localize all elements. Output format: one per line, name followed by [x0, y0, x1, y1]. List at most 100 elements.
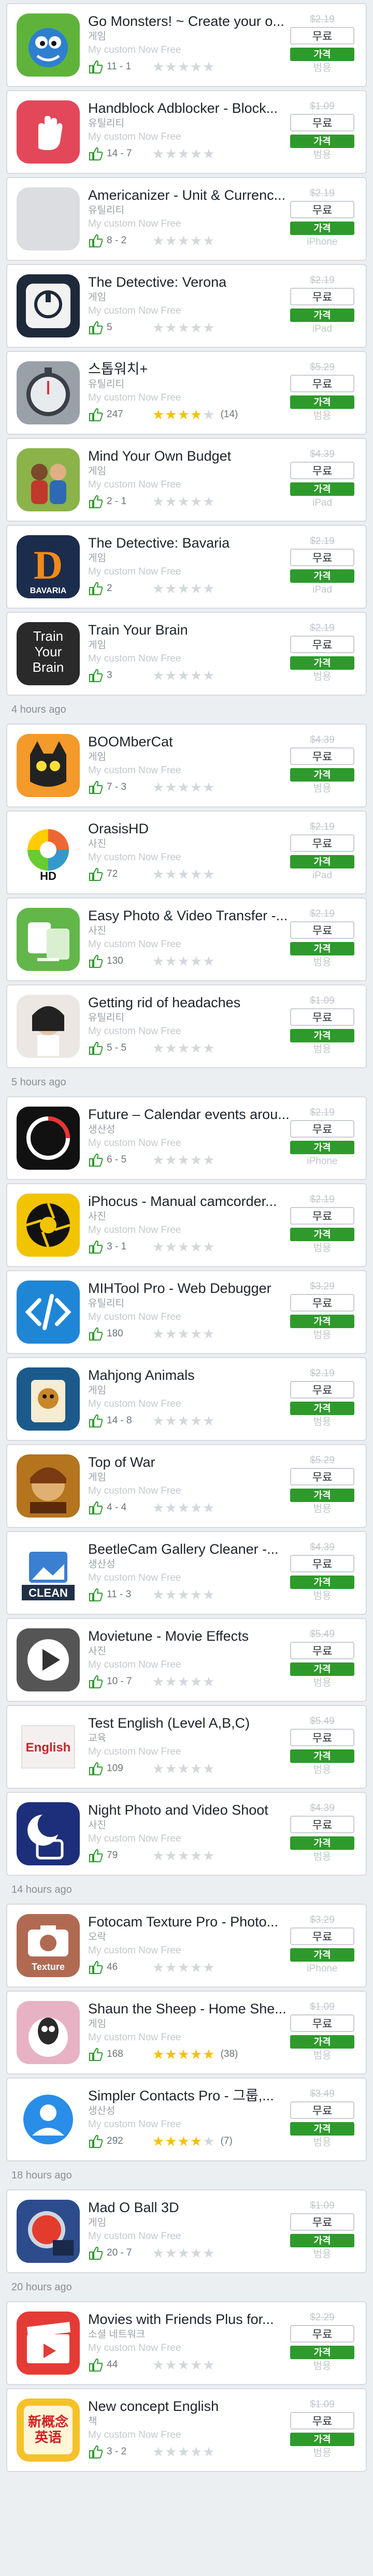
- app-card[interactable]: 新概念 英语 New concept English 책 My custom Now F…: [6, 2388, 367, 2472]
- app-title[interactable]: Mahjong Animals: [88, 1366, 293, 1384]
- thumbs-up-icon[interactable]: [88, 2357, 104, 2373]
- app-title[interactable]: Movietune - Movie Effects: [88, 1627, 293, 1645]
- app-card[interactable]: Simpler Contacts Pro - 그룹,... 생산성 My custo…: [6, 2078, 367, 2161]
- price-button[interactable]: 가격: [290, 222, 354, 235]
- free-button[interactable]: 무료: [290, 1207, 354, 1225]
- free-button[interactable]: 무료: [290, 1468, 354, 1485]
- thumbs-up-icon[interactable]: [88, 2245, 104, 2261]
- price-button[interactable]: 가격: [290, 942, 354, 955]
- free-button[interactable]: 무료: [290, 834, 354, 852]
- free-button[interactable]: 무료: [290, 1294, 354, 1312]
- thumbs-up-icon[interactable]: [88, 953, 104, 969]
- thumbs-up-icon[interactable]: [88, 668, 104, 683]
- thumbs-up-icon[interactable]: [88, 1587, 104, 1602]
- free-button[interactable]: 무료: [290, 2213, 354, 2231]
- thumbs-up-icon[interactable]: [88, 2444, 104, 2460]
- app-title[interactable]: Go Monsters! ~ Create your o...: [88, 12, 293, 30]
- price-button[interactable]: 가격: [290, 1948, 354, 1962]
- app-title[interactable]: MIHTool Pro - Web Debugger: [88, 1279, 293, 1297]
- thumbs-up-icon[interactable]: [88, 1761, 104, 1776]
- app-title[interactable]: Mad O Ball 3D: [88, 2199, 293, 2216]
- app-card[interactable]: Shaun the Sheep - Home She... 게임 My custom…: [6, 1991, 367, 2074]
- free-button[interactable]: 무료: [290, 2101, 354, 2119]
- app-title[interactable]: Getting rid of headaches: [88, 994, 293, 1011]
- app-title[interactable]: The Detective: Bavaria: [88, 534, 293, 552]
- app-title[interactable]: Simpler Contacts Pro - 그룹,...: [88, 2087, 293, 2104]
- price-button[interactable]: 가격: [290, 1836, 354, 1850]
- price-button[interactable]: 가격: [290, 1029, 354, 1042]
- app-card[interactable]: 스톱워치+ 유틸리티 My custom Now Free 247 ★ ★ ★ ★ ★ (14) $…: [6, 351, 367, 435]
- price-button[interactable]: 가격: [290, 2234, 354, 2247]
- app-title[interactable]: Shaun the Sheep - Home She...: [88, 2000, 293, 2018]
- free-button[interactable]: 무료: [290, 114, 354, 131]
- thumbs-up-icon[interactable]: [88, 2133, 104, 2149]
- thumbs-up-icon[interactable]: [88, 1040, 104, 1056]
- price-button[interactable]: 가격: [290, 1489, 354, 1502]
- app-title[interactable]: Test English (Level A,B,C): [88, 1714, 293, 1732]
- thumbs-up-icon[interactable]: [88, 1500, 104, 1515]
- app-card[interactable]: Go Monsters! ~ Create your o... 게임 My cust…: [6, 3, 367, 87]
- app-title[interactable]: Handblock Adblocker - Block...: [88, 99, 293, 117]
- free-button[interactable]: 무료: [290, 1381, 354, 1399]
- app-card[interactable]: Handblock Adblocker - Block... 유틸리티 My cus…: [6, 90, 367, 174]
- app-title[interactable]: New concept English: [88, 2397, 293, 2415]
- app-card[interactable]: Movietune - Movie Effects 사진 My custom Now…: [6, 1618, 367, 1702]
- price-button[interactable]: 가격: [290, 768, 354, 782]
- app-card[interactable]: iPhocus - Manual camcorder... 사진 My custom…: [6, 1183, 367, 1267]
- app-card[interactable]: D BAVARIA The Detective: Bavaria 게임 My custo…: [6, 525, 367, 609]
- app-card[interactable]: Texture Fotocam Texture Pro - Photo... 오락 M…: [6, 1904, 367, 1988]
- thumbs-up-icon[interactable]: [88, 407, 104, 422]
- thumbs-up-icon[interactable]: [88, 1413, 104, 1429]
- price-button[interactable]: 가격: [290, 569, 354, 583]
- price-button[interactable]: 가격: [290, 482, 354, 496]
- free-button[interactable]: 무료: [290, 1816, 354, 1833]
- app-title[interactable]: Americanizer - Unit & Currenc...: [88, 186, 293, 204]
- app-title[interactable]: Mind Your Own Budget: [88, 447, 293, 465]
- thumbs-up-icon[interactable]: [88, 233, 104, 248]
- thumbs-up-icon[interactable]: [88, 2047, 104, 2062]
- app-card[interactable]: Mahjong Animals 게임 My custom Now Free 14 - …: [6, 1357, 367, 1441]
- price-button[interactable]: 가격: [290, 2035, 354, 2049]
- app-card[interactable]: English Test English (Level A,B,C) 교육 My cu…: [6, 1705, 367, 1789]
- app-title[interactable]: Future – Calendar events arou...: [88, 1106, 293, 1123]
- thumbs-up-icon[interactable]: [88, 494, 104, 509]
- app-title[interactable]: BeetleCam Gallery Cleaner -...: [88, 1540, 293, 1558]
- thumbs-up-icon[interactable]: [88, 866, 104, 882]
- app-title[interactable]: Easy Photo & Video Transfer -...: [88, 907, 293, 924]
- price-button[interactable]: 가격: [290, 656, 354, 670]
- app-card[interactable]: MIHTool Pro - Web Debugger 유틸리티 My custom …: [6, 1270, 367, 1354]
- app-title[interactable]: The Detective: Verona: [88, 273, 293, 291]
- thumbs-up-icon[interactable]: [88, 581, 104, 596]
- free-button[interactable]: 무료: [290, 1927, 354, 1945]
- app-title[interactable]: iPhocus - Manual camcorder...: [88, 1193, 293, 1210]
- free-button[interactable]: 무료: [290, 1729, 354, 1746]
- price-button[interactable]: 가격: [290, 1662, 354, 1676]
- app-title[interactable]: Fotocam Texture Pro - Photo...: [88, 1913, 293, 1931]
- app-title[interactable]: Train Your Brain: [88, 621, 293, 639]
- thumbs-up-icon[interactable]: [88, 1848, 104, 1863]
- free-button[interactable]: 무료: [290, 2412, 354, 2430]
- price-button[interactable]: 가격: [290, 1141, 354, 1154]
- thumbs-up-icon[interactable]: [88, 1326, 104, 1342]
- free-button[interactable]: 무료: [290, 462, 354, 479]
- app-card[interactable]: Mad O Ball 3D 게임 My custom Now Free 20 - 7 ★…: [6, 2189, 367, 2273]
- free-button[interactable]: 무료: [290, 921, 354, 939]
- app-card[interactable]: Train Your Brain Train Your Brain 게임 My custo…: [6, 612, 367, 696]
- app-card[interactable]: Getting rid of headaches 유틸리티 My custom No…: [6, 984, 367, 1068]
- free-button[interactable]: 무료: [290, 636, 354, 653]
- price-button[interactable]: 가격: [290, 308, 354, 322]
- app-card[interactable]: Movies with Friends Plus for... 소셜 네트워크 My…: [6, 2301, 367, 2385]
- free-button[interactable]: 무료: [290, 1555, 354, 1572]
- app-card[interactable]: HD OrasisHD 사진 My custom Now Free 72 ★ ★ ★ ★ ★ $2.…: [6, 811, 367, 894]
- app-card[interactable]: BOOMberCat 게임 My custom Now Free 7 - 3 ★ ★ ★ ★ ★…: [6, 724, 367, 807]
- app-title[interactable]: Top of War: [88, 1453, 293, 1471]
- app-card[interactable]: Night Photo and Video Shoot 사진 My custom N…: [6, 1792, 367, 1876]
- free-button[interactable]: 무료: [290, 27, 354, 45]
- price-button[interactable]: 가격: [290, 855, 354, 869]
- price-button[interactable]: 가격: [290, 1576, 354, 1589]
- free-button[interactable]: 무료: [290, 1642, 354, 1659]
- app-title[interactable]: Night Photo and Video Shoot: [88, 1801, 293, 1819]
- app-title[interactable]: 스톱워치+: [88, 360, 293, 378]
- price-button[interactable]: 가격: [290, 395, 354, 409]
- free-button[interactable]: 무료: [290, 2014, 354, 2032]
